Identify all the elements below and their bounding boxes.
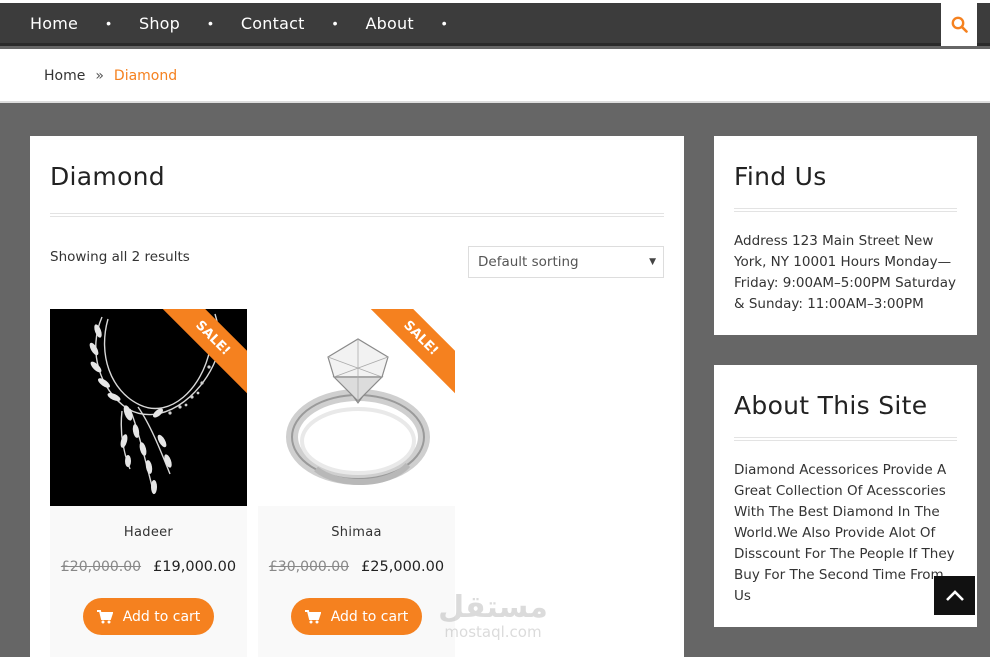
product-price: £20,000.00 £19,000.00: [50, 559, 247, 575]
nav-about[interactable]: About: [365, 14, 413, 33]
find-us-title: Find Us: [734, 162, 827, 191]
product-card: SALE! Hadeer £20,000.00 £19,000.00 Add to…: [50, 309, 247, 657]
old-price: £30,000.00: [268, 559, 350, 575]
breadcrumb-home-link[interactable]: Home: [44, 68, 85, 84]
add-to-cart-button[interactable]: Add to cart: [291, 598, 422, 635]
product-name[interactable]: Shimaa: [258, 525, 455, 540]
title-divider: [50, 213, 664, 217]
watermark-latin: mostaql.com: [444, 623, 542, 641]
nav-separator: •: [208, 15, 213, 31]
old-price: £20,000.00: [60, 559, 142, 575]
breadcrumb: Home » Diamond: [44, 68, 177, 84]
search-icon: [951, 16, 968, 33]
main-content: Diamond Showing all 2 results Default so…: [30, 136, 684, 657]
chevron-up-icon: [945, 589, 964, 601]
sale-price: £19,000.00: [153, 559, 237, 575]
back-to-top-button[interactable]: [934, 576, 975, 615]
nav-shop[interactable]: Shop: [139, 14, 180, 33]
product-card: SALE! Shimaa £30,000.00 £25,000.00 Add to…: [258, 309, 455, 657]
sale-price: £25,000.00: [361, 559, 445, 575]
breadcrumb-bar: Home » Diamond: [0, 49, 990, 103]
nav-separator: •: [106, 15, 111, 31]
nav-home[interactable]: Home: [30, 14, 78, 33]
add-to-cart-button[interactable]: Add to cart: [83, 598, 214, 635]
breadcrumb-separator: »: [95, 68, 104, 84]
about-site-title: About This Site: [734, 391, 928, 420]
find-us-widget: Find Us Address 123 Main Street New York…: [714, 136, 977, 335]
watermark: مستقل mostaql.com: [433, 590, 553, 645]
sort-selected-value: Default sorting: [478, 254, 579, 270]
dropdown-arrow-icon: ▼: [649, 257, 656, 267]
product-price: £30,000.00 £25,000.00: [258, 559, 455, 575]
page-title: Diamond: [50, 162, 165, 191]
product-image-ring[interactable]: SALE!: [258, 309, 455, 506]
product-image-necklace[interactable]: SALE!: [50, 309, 247, 506]
top-navigation: Home • Shop • Contact • About •: [0, 0, 990, 46]
product-name[interactable]: Hadeer: [50, 525, 247, 540]
nav-contact[interactable]: Contact: [241, 14, 305, 33]
search-button[interactable]: [941, 3, 977, 46]
nav-separator: •: [441, 15, 447, 31]
cart-icon: [304, 609, 321, 623]
nav-separator: •: [332, 15, 338, 31]
widget-divider: [734, 208, 957, 212]
widget-divider: [734, 437, 957, 441]
sort-dropdown[interactable]: Default sorting ▼: [468, 246, 664, 278]
result-count: Showing all 2 results: [50, 249, 190, 265]
add-to-cart-label: Add to cart: [122, 608, 201, 625]
breadcrumb-current: Diamond: [113, 68, 178, 84]
watermark-arabic: مستقل: [438, 590, 548, 625]
cart-icon: [96, 609, 113, 623]
find-us-text: Address 123 Main Street New York, NY 100…: [734, 233, 956, 312]
about-site-text: Diamond Acessorices Provide A Great Coll…: [734, 462, 955, 604]
nav-menu: Home • Shop • Contact • About •: [30, 3, 447, 43]
add-to-cart-label: Add to cart: [330, 608, 409, 625]
